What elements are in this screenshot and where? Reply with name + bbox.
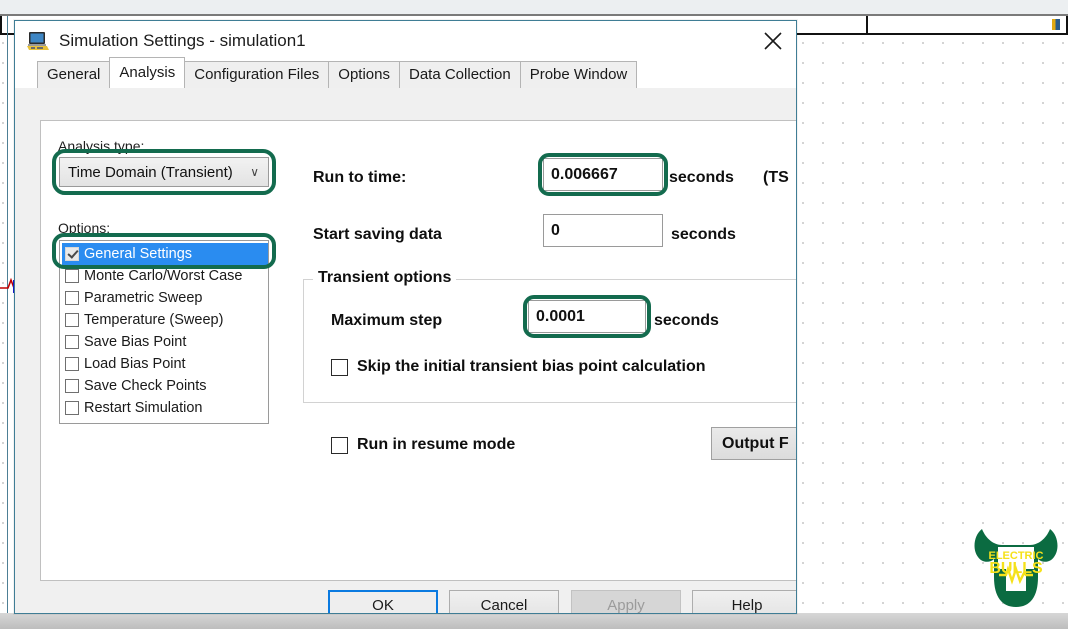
ok-button[interactable]: OK: [328, 590, 438, 613]
checkbox-temperature-sweep[interactable]: [65, 313, 79, 327]
start-saving-data-label: Start saving data: [313, 226, 442, 243]
checkbox-monte-carlo[interactable]: [65, 269, 79, 283]
checkbox-parametric-sweep[interactable]: [65, 291, 79, 305]
list-item-monte-carlo[interactable]: Monte Carlo/Worst Case: [62, 265, 268, 287]
cancel-button[interactable]: Cancel: [449, 590, 559, 613]
list-item-label: General Settings: [84, 246, 193, 262]
checkbox-skip-initial-transient-bias[interactable]: [331, 358, 348, 376]
list-item-label: Parametric Sweep: [84, 290, 203, 306]
list-item-save-bias-point[interactable]: Save Bias Point: [62, 331, 268, 353]
simulation-settings-dialog[interactable]: Simulation Settings - simulation1 Genera…: [14, 20, 797, 614]
tab-configuration-files[interactable]: Configuration Files: [184, 61, 330, 88]
run-to-time-label: Run to time:: [313, 169, 407, 186]
analysis-tab-panel: Analysis type: Time Domain (Transient) ∨…: [40, 120, 796, 581]
help-button[interactable]: Help: [692, 590, 796, 613]
editor-tab-separator-left: [0, 16, 2, 33]
tab-options[interactable]: Options: [328, 61, 400, 88]
analysis-type-select[interactable]: Time Domain (Transient) ∨: [59, 157, 269, 187]
editor-tab-separator-mid: [866, 16, 868, 33]
checkbox-save-check-points[interactable]: [65, 379, 79, 393]
list-item-label: Temperature (Sweep): [84, 312, 224, 328]
editor-corner-icon[interactable]: [1052, 19, 1060, 30]
maximum-step-unit: seconds: [654, 312, 719, 329]
checkbox-restart-simulation[interactable]: [65, 401, 79, 415]
tab-analysis[interactable]: Analysis: [109, 57, 186, 86]
electric-bulls-logo: ELECTRIC BULLS: [974, 529, 1058, 607]
analysis-type-label: Analysis type:: [58, 138, 145, 154]
maximum-step-input[interactable]: 0.0001: [528, 300, 646, 333]
dialog-titlebar[interactable]: Simulation Settings - simulation1: [15, 21, 796, 61]
apply-button: Apply: [571, 590, 681, 613]
list-item-label: Save Bias Point: [84, 334, 187, 350]
transient-options-legend: Transient options: [313, 269, 457, 287]
list-item-label: Save Check Points: [84, 378, 207, 394]
list-item-restart-simulation[interactable]: Restart Simulation: [62, 397, 268, 419]
list-item-label: Load Bias Point: [84, 356, 186, 372]
checkbox-load-bias-point[interactable]: [65, 357, 79, 371]
tab-general[interactable]: General: [37, 61, 111, 88]
dialog-tabstrip[interactable]: General Analysis Configuration Files Opt…: [15, 57, 796, 88]
dialog-title: Simulation Settings - simulation1: [59, 31, 306, 50]
start-saving-data-input[interactable]: 0: [543, 214, 663, 247]
list-item-label: Restart Simulation: [84, 400, 203, 416]
chevron-down-icon: ∨: [250, 165, 259, 179]
list-item-save-check-points[interactable]: Save Check Points: [62, 375, 268, 397]
list-item-temperature-sweep[interactable]: Temperature (Sweep): [62, 309, 268, 331]
list-item-load-bias-point[interactable]: Load Bias Point: [62, 353, 268, 375]
options-listbox[interactable]: General Settings Monte Carlo/Worst Case …: [59, 240, 269, 424]
checkbox-run-in-resume-mode[interactable]: [331, 436, 348, 454]
analysis-type-value: Time Domain (Transient): [68, 163, 233, 181]
run-to-time-extra-text: (TS: [763, 169, 789, 186]
editor-toolbar-strip: [0, 0, 1068, 14]
tab-data-collection[interactable]: Data Collection: [399, 61, 521, 88]
run-to-time-input[interactable]: 0.006667: [543, 158, 663, 191]
editor-left-rule: [7, 16, 8, 629]
checkbox-save-bias-point[interactable]: [65, 335, 79, 349]
tab-probe-window[interactable]: Probe Window: [519, 61, 638, 88]
options-label: Options:: [58, 220, 111, 236]
skip-bias-checkbox-row[interactable]: Skip the initial transient bias point ca…: [331, 358, 706, 376]
list-item-parametric-sweep[interactable]: Parametric Sweep: [62, 287, 268, 309]
transient-options-group: [303, 279, 796, 403]
resume-mode-checkbox-row[interactable]: Run in resume mode: [331, 436, 515, 454]
close-icon[interactable]: [750, 21, 796, 61]
maximum-step-label: Maximum step: [331, 312, 443, 329]
resume-mode-label: Run in resume mode: [357, 436, 516, 453]
output-file-options-button[interactable]: Output F: [711, 427, 796, 460]
run-to-time-unit: seconds: [669, 169, 734, 186]
checkbox-general-settings[interactable]: [65, 247, 79, 261]
list-item-general-settings[interactable]: General Settings: [62, 243, 268, 265]
skip-bias-label: Skip the initial transient bias point ca…: [357, 358, 706, 375]
dialog-footer: OK Cancel Apply Help: [15, 590, 796, 613]
list-item-label: Monte Carlo/Worst Case: [84, 268, 243, 284]
simulation-profile-icon: [27, 32, 49, 50]
start-saving-data-unit: seconds: [671, 226, 736, 243]
svg-text:BULLS: BULLS: [989, 560, 1043, 577]
editor-status-bar: [0, 613, 1068, 629]
